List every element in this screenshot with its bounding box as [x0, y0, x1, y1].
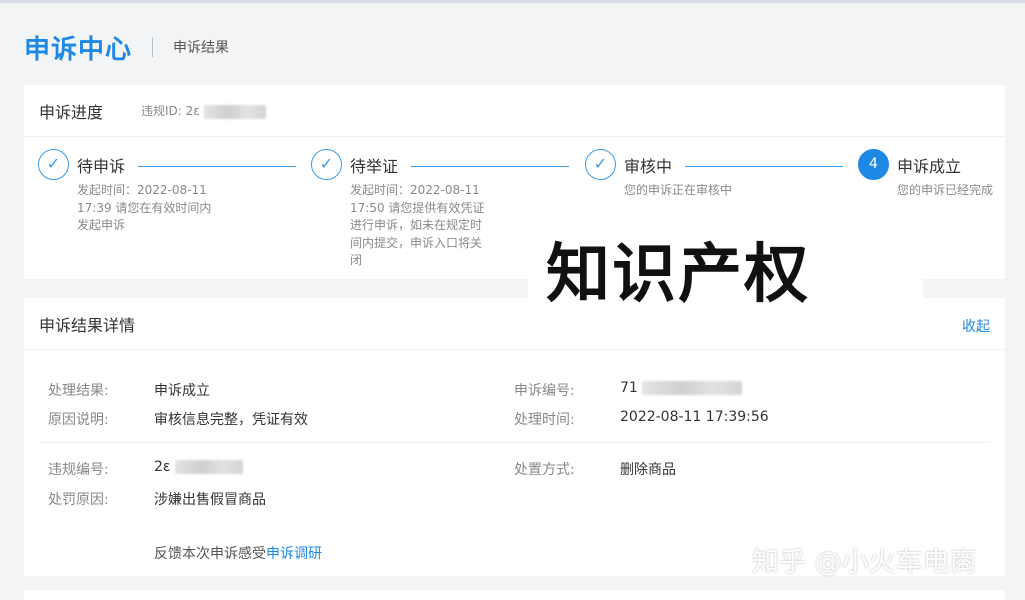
collapse-link[interactable]: 收起	[962, 316, 990, 336]
redacted-blur	[642, 381, 743, 395]
result-title: 申诉结果详情	[39, 315, 136, 335]
survey-link[interactable]: 申诉调研	[266, 546, 322, 562]
step-desc: 您的申诉已经完成	[897, 183, 994, 197]
penalty-label: 处罚原因:	[48, 492, 109, 508]
violation-id: 违规ID: 2ε	[141, 102, 266, 119]
step-name: 审核中	[624, 157, 673, 176]
violation-no-value: 2ε	[154, 459, 243, 475]
time-value: 2022-08-11 17:39:56	[620, 409, 769, 425]
step-connector	[685, 166, 843, 167]
step-name: 申诉成立	[897, 157, 962, 176]
penalty-value: 涉嫌出售假冒商品	[154, 492, 266, 508]
step-name: 待举证	[350, 157, 399, 176]
check-icon: ✓	[585, 149, 616, 180]
result-row: 处理结果:	[48, 383, 109, 399]
time-label: 处理时间:	[514, 412, 575, 428]
result-card: 申诉结果详情 收起 处理结果: 申诉成立 申诉编号: 71 原因说明: 审核信息…	[24, 298, 1005, 576]
next-card-edge	[24, 590, 1005, 600]
progress-card-header: 申诉进度 违规ID: 2ε	[24, 85, 1005, 137]
brand-title[interactable]: 申诉中心	[24, 29, 132, 66]
feedback-line: 反馈本次申诉感受申诉调研	[154, 546, 322, 562]
method-label: 处置方式:	[514, 462, 575, 478]
step-desc: 发起时间：2022-08-11 17:50 请您提供有效凭证进行申诉，如未在规定…	[350, 183, 485, 267]
progress-title: 申诉进度	[39, 102, 104, 122]
redacted-blur	[203, 104, 266, 119]
check-icon: ✓	[38, 149, 69, 180]
appeal-no-value: 71	[620, 380, 743, 396]
reason-label: 原因说明:	[48, 412, 109, 428]
top-border	[0, 0, 1025, 3]
check-icon: ✓	[311, 149, 342, 180]
breadcrumb: 申诉结果	[173, 40, 230, 56]
step-desc: 您的申诉正在审核中	[624, 183, 733, 197]
step-connector	[411, 166, 569, 167]
method-value: 删除商品	[620, 462, 676, 478]
step-connector	[138, 166, 296, 167]
reason-value: 审核信息完整，凭证有效	[154, 412, 308, 428]
result-value: 申诉成立	[154, 383, 210, 399]
violation-no-label: 违规编号:	[48, 462, 109, 478]
step-name: 待申诉	[77, 157, 126, 176]
page-header: 申诉中心 申诉结果	[24, 29, 230, 66]
ip-overlay: 知识产权	[528, 228, 923, 323]
step-desc: 发起时间：2022-08-11 17:39 请您在有效时间内发起申诉	[77, 183, 212, 232]
section-divider	[39, 442, 990, 443]
header-divider	[152, 37, 154, 57]
step-number-badge: 4	[858, 149, 889, 180]
redacted-blur	[174, 460, 243, 474]
overlay-text: 知识产权	[546, 238, 810, 312]
watermark: 知乎 @小火车电商	[752, 547, 977, 578]
appeal-no-label: 申诉编号:	[514, 383, 575, 399]
